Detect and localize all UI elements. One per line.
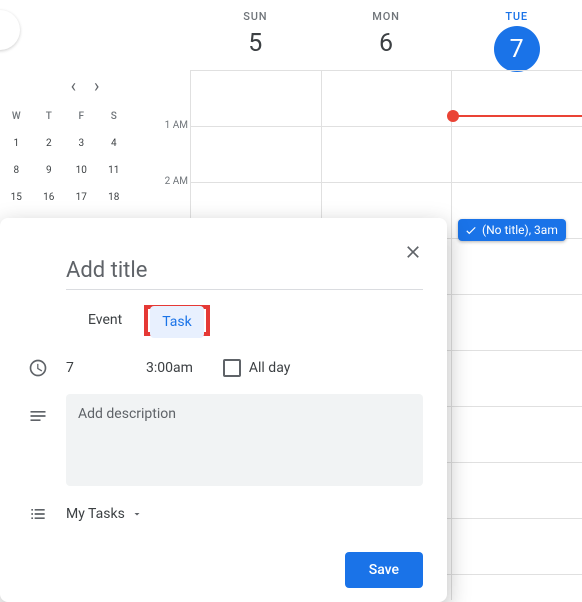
close-button[interactable] [397,236,429,272]
mini-header: T [33,103,66,130]
datetime-row: 7 3:00am All day [24,358,423,378]
now-dot-icon [447,110,459,122]
tasklist-label: My Tasks [66,506,125,522]
now-indicator [453,115,582,117]
modal-actions: Save [0,524,447,588]
mini-day[interactable]: 10 [65,157,98,184]
day-number-today[interactable]: 7 [451,26,582,72]
mini-day[interactable]: 17 [65,184,98,211]
date-field[interactable]: 7 [66,360,132,376]
week-day-header: SUN 5 MON 6 TUE 7 [190,0,582,70]
tab-event[interactable]: Event [76,304,134,336]
mini-day[interactable]: 1 [0,130,33,157]
title-input[interactable] [66,254,423,290]
mini-calendar-grid: W T F S 1 2 3 4 8 9 10 11 15 16 17 18 [0,103,130,211]
prev-month-icon[interactable]: ‹ [71,76,76,97]
tab-task[interactable]: Task [150,306,204,338]
hour-row[interactable]: 1 AM [190,127,582,183]
description-input[interactable]: Add description [66,394,423,486]
type-tabs: Event Task [76,304,423,336]
mini-calendar: ‹ › W T F S 1 2 3 4 8 9 10 11 15 16 17 1… [0,70,130,211]
mini-header: F [65,103,98,130]
tasklist-row: My Tasks [24,504,423,524]
hour-row[interactable] [190,71,582,127]
panel-edge-shadow [0,10,20,50]
checkbox-icon[interactable] [223,359,241,377]
save-button[interactable]: Save [345,552,423,588]
day-column-mon[interactable]: MON 6 [321,0,452,70]
mini-day[interactable]: 15 [0,184,33,211]
next-month-icon[interactable]: › [94,76,99,97]
mini-day[interactable]: 18 [98,184,131,211]
mini-header: S [98,103,131,130]
time-field[interactable]: 3:00am [146,360,193,376]
task-chip[interactable]: (No title), 3am [458,219,566,241]
day-number[interactable]: 5 [190,29,321,58]
mini-calendar-nav: ‹ › [0,70,130,103]
hour-label: 1 AM [138,120,188,131]
close-icon [403,242,423,262]
mini-day[interactable]: 8 [0,157,33,184]
day-name: SUN [190,10,321,23]
day-column-sun[interactable]: SUN 5 [190,0,321,70]
chevron-down-icon [131,508,143,520]
day-name: TUE [451,10,582,23]
tasklist-select[interactable]: My Tasks [66,506,143,522]
mini-day[interactable]: 3 [65,130,98,157]
allday-label: All day [249,360,290,376]
mini-day[interactable]: 11 [98,157,131,184]
clock-icon [24,358,52,378]
mini-header: W [0,103,33,130]
day-number[interactable]: 6 [321,29,452,58]
mini-day[interactable]: 2 [33,130,66,157]
today-circle[interactable]: 7 [494,26,540,72]
notes-icon [24,406,52,426]
mini-day[interactable]: 9 [33,157,66,184]
task-chip-label: (No title), 3am [482,223,558,237]
create-task-modal: Event Task 7 3:00am All day Add descript… [0,218,447,602]
allday-toggle[interactable]: All day [223,359,290,377]
task-check-icon [464,223,478,237]
mini-day[interactable]: 4 [98,130,131,157]
day-column-tue[interactable]: TUE 7 [451,0,582,70]
list-icon [24,504,52,524]
annotation-highlight: Task [144,305,210,336]
day-name: MON [321,10,452,23]
hour-label: 2 AM [138,176,188,187]
mini-day[interactable]: 16 [33,184,66,211]
